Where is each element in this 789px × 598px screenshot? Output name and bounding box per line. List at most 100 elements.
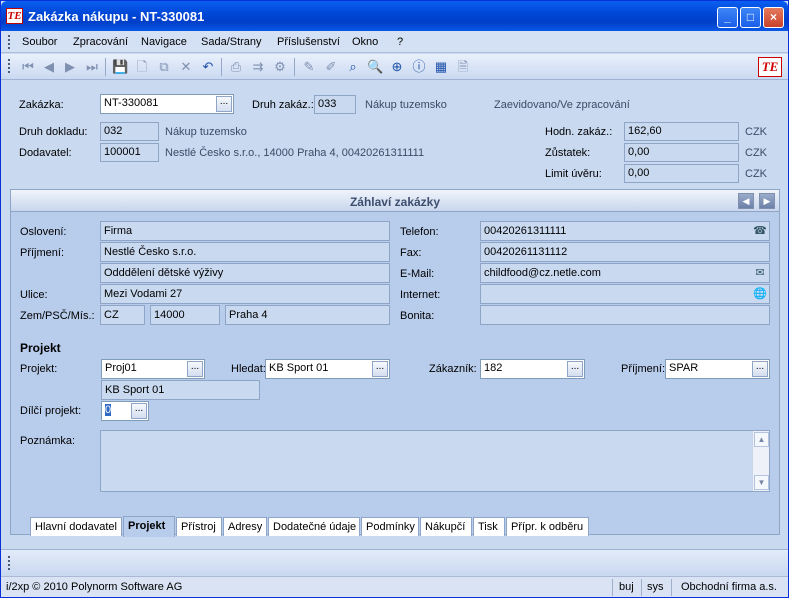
telefon-field[interactable]: 00420261311111 ☎ <box>480 221 770 241</box>
tab-tisk[interactable]: Tisk <box>473 517 505 536</box>
close-button[interactable]: × <box>763 7 784 28</box>
toolbar-separator <box>105 58 106 76</box>
title-bar[interactable]: TE Zakázka nákupu - NT-330081 _ □ × <box>1 1 788 31</box>
tab-dodatecne-udaje[interactable]: Dodatečné údaje <box>268 517 360 536</box>
zakaznik-lookup-button[interactable]: ... <box>567 361 583 377</box>
menu-zpracovani[interactable]: Zpracování <box>73 36 128 48</box>
tab-pripr-k-odberu[interactable]: Přípr. k odběru <box>506 517 589 536</box>
bottom-toolbar <box>1 549 788 575</box>
copy-icon[interactable]: ⧉ <box>156 59 172 75</box>
open-web-icon[interactable]: 🌐 <box>752 286 768 302</box>
scroll-up-icon[interactable]: ▲ <box>754 432 769 447</box>
osloveni-field[interactable]: Firma <box>100 221 390 241</box>
dilci-projekt-lookup-button[interactable]: ... <box>131 403 147 419</box>
highlight-icon[interactable]: ✐ <box>323 59 339 75</box>
last-record-icon[interactable]: ⏭ <box>84 59 100 75</box>
zakaznik-value: 182 <box>484 362 503 374</box>
tab-pristroj[interactable]: Přístroj <box>176 517 222 536</box>
search-icon[interactable]: ⌕ <box>345 59 361 75</box>
email-value: childfood@cz.netle.com <box>484 267 601 279</box>
window-title: Zakázka nákupu - NT-330081 <box>28 9 205 24</box>
status-system: sys <box>647 581 664 593</box>
zustatek-field: 0,00 <box>624 143 739 162</box>
poznamka-scrollbar[interactable]: ▲ ▼ <box>752 431 769 491</box>
menu-soubor[interactable]: Soubor <box>22 36 57 48</box>
hledat-input[interactable]: KB Sport 01 ... <box>265 359 390 379</box>
tab-nakupci[interactable]: Nákupčí <box>420 517 472 536</box>
dodavatel-text: Nestlé Česko s.r.o., 14000 Praha 4, 0042… <box>165 147 425 159</box>
calculator-icon[interactable]: ▦ <box>433 59 449 75</box>
projekt-input[interactable]: Proj01 ... <box>101 359 205 379</box>
menu-sada-strany[interactable]: Sada/Strany <box>201 36 262 48</box>
projekt-lookup-button[interactable]: ... <box>187 361 203 377</box>
zakazka-lookup-button[interactable]: ... <box>216 96 232 112</box>
druh-dokladu-field: 032 <box>100 122 159 141</box>
panel-next-button[interactable]: ▶ <box>759 193 775 209</box>
pen-icon[interactable]: ✎ <box>301 59 317 75</box>
undo-icon[interactable]: ↶ <box>200 59 216 75</box>
projekt-value: Proj01 <box>105 362 137 374</box>
zem-field[interactable]: CZ <box>100 305 145 325</box>
tab-podminky[interactable]: Podmínky <box>361 517 419 536</box>
dilci-projekt-input[interactable]: 0 ... <box>101 401 149 421</box>
next-record-icon[interactable]: ▶ <box>62 59 78 75</box>
settings-icon[interactable]: ⚙ <box>272 59 288 75</box>
send-email-icon[interactable]: ✉ <box>752 265 768 281</box>
email-field[interactable]: childfood@cz.netle.com ✉ <box>480 263 770 283</box>
phone-dial-icon[interactable]: ☎ <box>752 223 768 239</box>
prijmeni-projekt-input[interactable]: SPAR ... <box>665 359 770 379</box>
delete-icon[interactable]: ✕ <box>178 59 194 75</box>
panel-prev-button[interactable]: ◀ <box>738 193 754 209</box>
first-record-icon[interactable]: ⏮ <box>20 59 36 75</box>
tab-adresy[interactable]: Adresy <box>223 517 267 536</box>
zakazka-input[interactable]: NT-330081 ... <box>100 94 234 114</box>
save-icon[interactable]: 💾 <box>112 59 128 75</box>
menu-help[interactable]: ? <box>397 36 403 48</box>
telefon-label: Telefon: <box>400 226 439 238</box>
info-icon[interactable]: ⓘ <box>411 59 427 75</box>
scroll-down-icon[interactable]: ▼ <box>754 475 769 490</box>
prijmeni-field[interactable]: Nestlé Česko s.r.o. <box>100 242 390 262</box>
psc-field[interactable]: 14000 <box>150 305 220 325</box>
prijmeni-label: Příjmení: <box>20 247 65 259</box>
tab-projekt[interactable]: Projekt <box>123 516 175 537</box>
panel-title: Záhlaví zakázky <box>349 195 441 209</box>
prijmeni-lookup-button[interactable]: ... <box>752 361 768 377</box>
dilci-projekt-label: Dílčí projekt: <box>20 405 82 417</box>
minimize-button[interactable]: _ <box>717 7 738 28</box>
toolbar-grip-icon[interactable] <box>8 59 10 73</box>
druh-zakaz-field: 033 <box>314 95 356 114</box>
toolbar-separator <box>221 58 222 76</box>
zakaznik-input[interactable]: 182 ... <box>480 359 585 379</box>
currency-label: CZK <box>745 126 767 138</box>
menu-grip-icon[interactable] <box>8 35 10 49</box>
prev-record-icon[interactable]: ◀ <box>41 59 57 75</box>
ulice-field[interactable]: Mezi Vodami 27 <box>100 284 390 304</box>
internet-field[interactable]: 🌐 <box>480 284 770 304</box>
limit-uveru-field: 0,00 <box>624 164 739 183</box>
zem-psc-mis-label: Zem/PSČ/Mís.: <box>20 310 95 322</box>
dilci-projekt-value: 0 <box>105 404 112 416</box>
new-document-icon[interactable]: 🗋 <box>134 59 150 75</box>
zoom-reset-icon[interactable]: ⊕ <box>389 59 405 75</box>
bonita-label: Bonita: <box>400 310 435 322</box>
menu-okno[interactable]: Okno <box>352 36 378 48</box>
bottom-toolbar-grip-icon[interactable] <box>8 556 10 570</box>
poznamka-textarea[interactable]: ▲ ▼ <box>100 430 770 492</box>
menu-navigace[interactable]: Navigace <box>141 36 187 48</box>
prijmeni2-field[interactable]: Odddělení dětské výživy <box>100 263 390 283</box>
misto-field[interactable]: Praha 4 <box>225 305 390 325</box>
bonita-field[interactable] <box>480 305 770 325</box>
tab-hlavni-dodavatel[interactable]: Hlavní dodavatel <box>30 517 122 536</box>
print-icon[interactable]: ⎙ <box>228 59 244 75</box>
zoom-icon[interactable]: 🔍 <box>367 59 383 75</box>
fax-label: Fax: <box>400 247 422 259</box>
maximize-button[interactable]: □ <box>740 7 761 28</box>
fax-field[interactable]: 00420261131112 <box>480 242 770 262</box>
document-lock-icon[interactable]: 🗎 <box>455 59 471 75</box>
dodavatel-field: 100001 <box>100 143 159 162</box>
export-icon[interactable]: ⇉ <box>250 59 266 75</box>
order-header-panel: Záhlaví zakázky ◀ ▶ Oslovení: Firma Příj… <box>10 189 780 535</box>
hledat-lookup-button[interactable]: ... <box>372 361 388 377</box>
menu-prislusenstvi[interactable]: Příslušenství <box>277 36 340 48</box>
